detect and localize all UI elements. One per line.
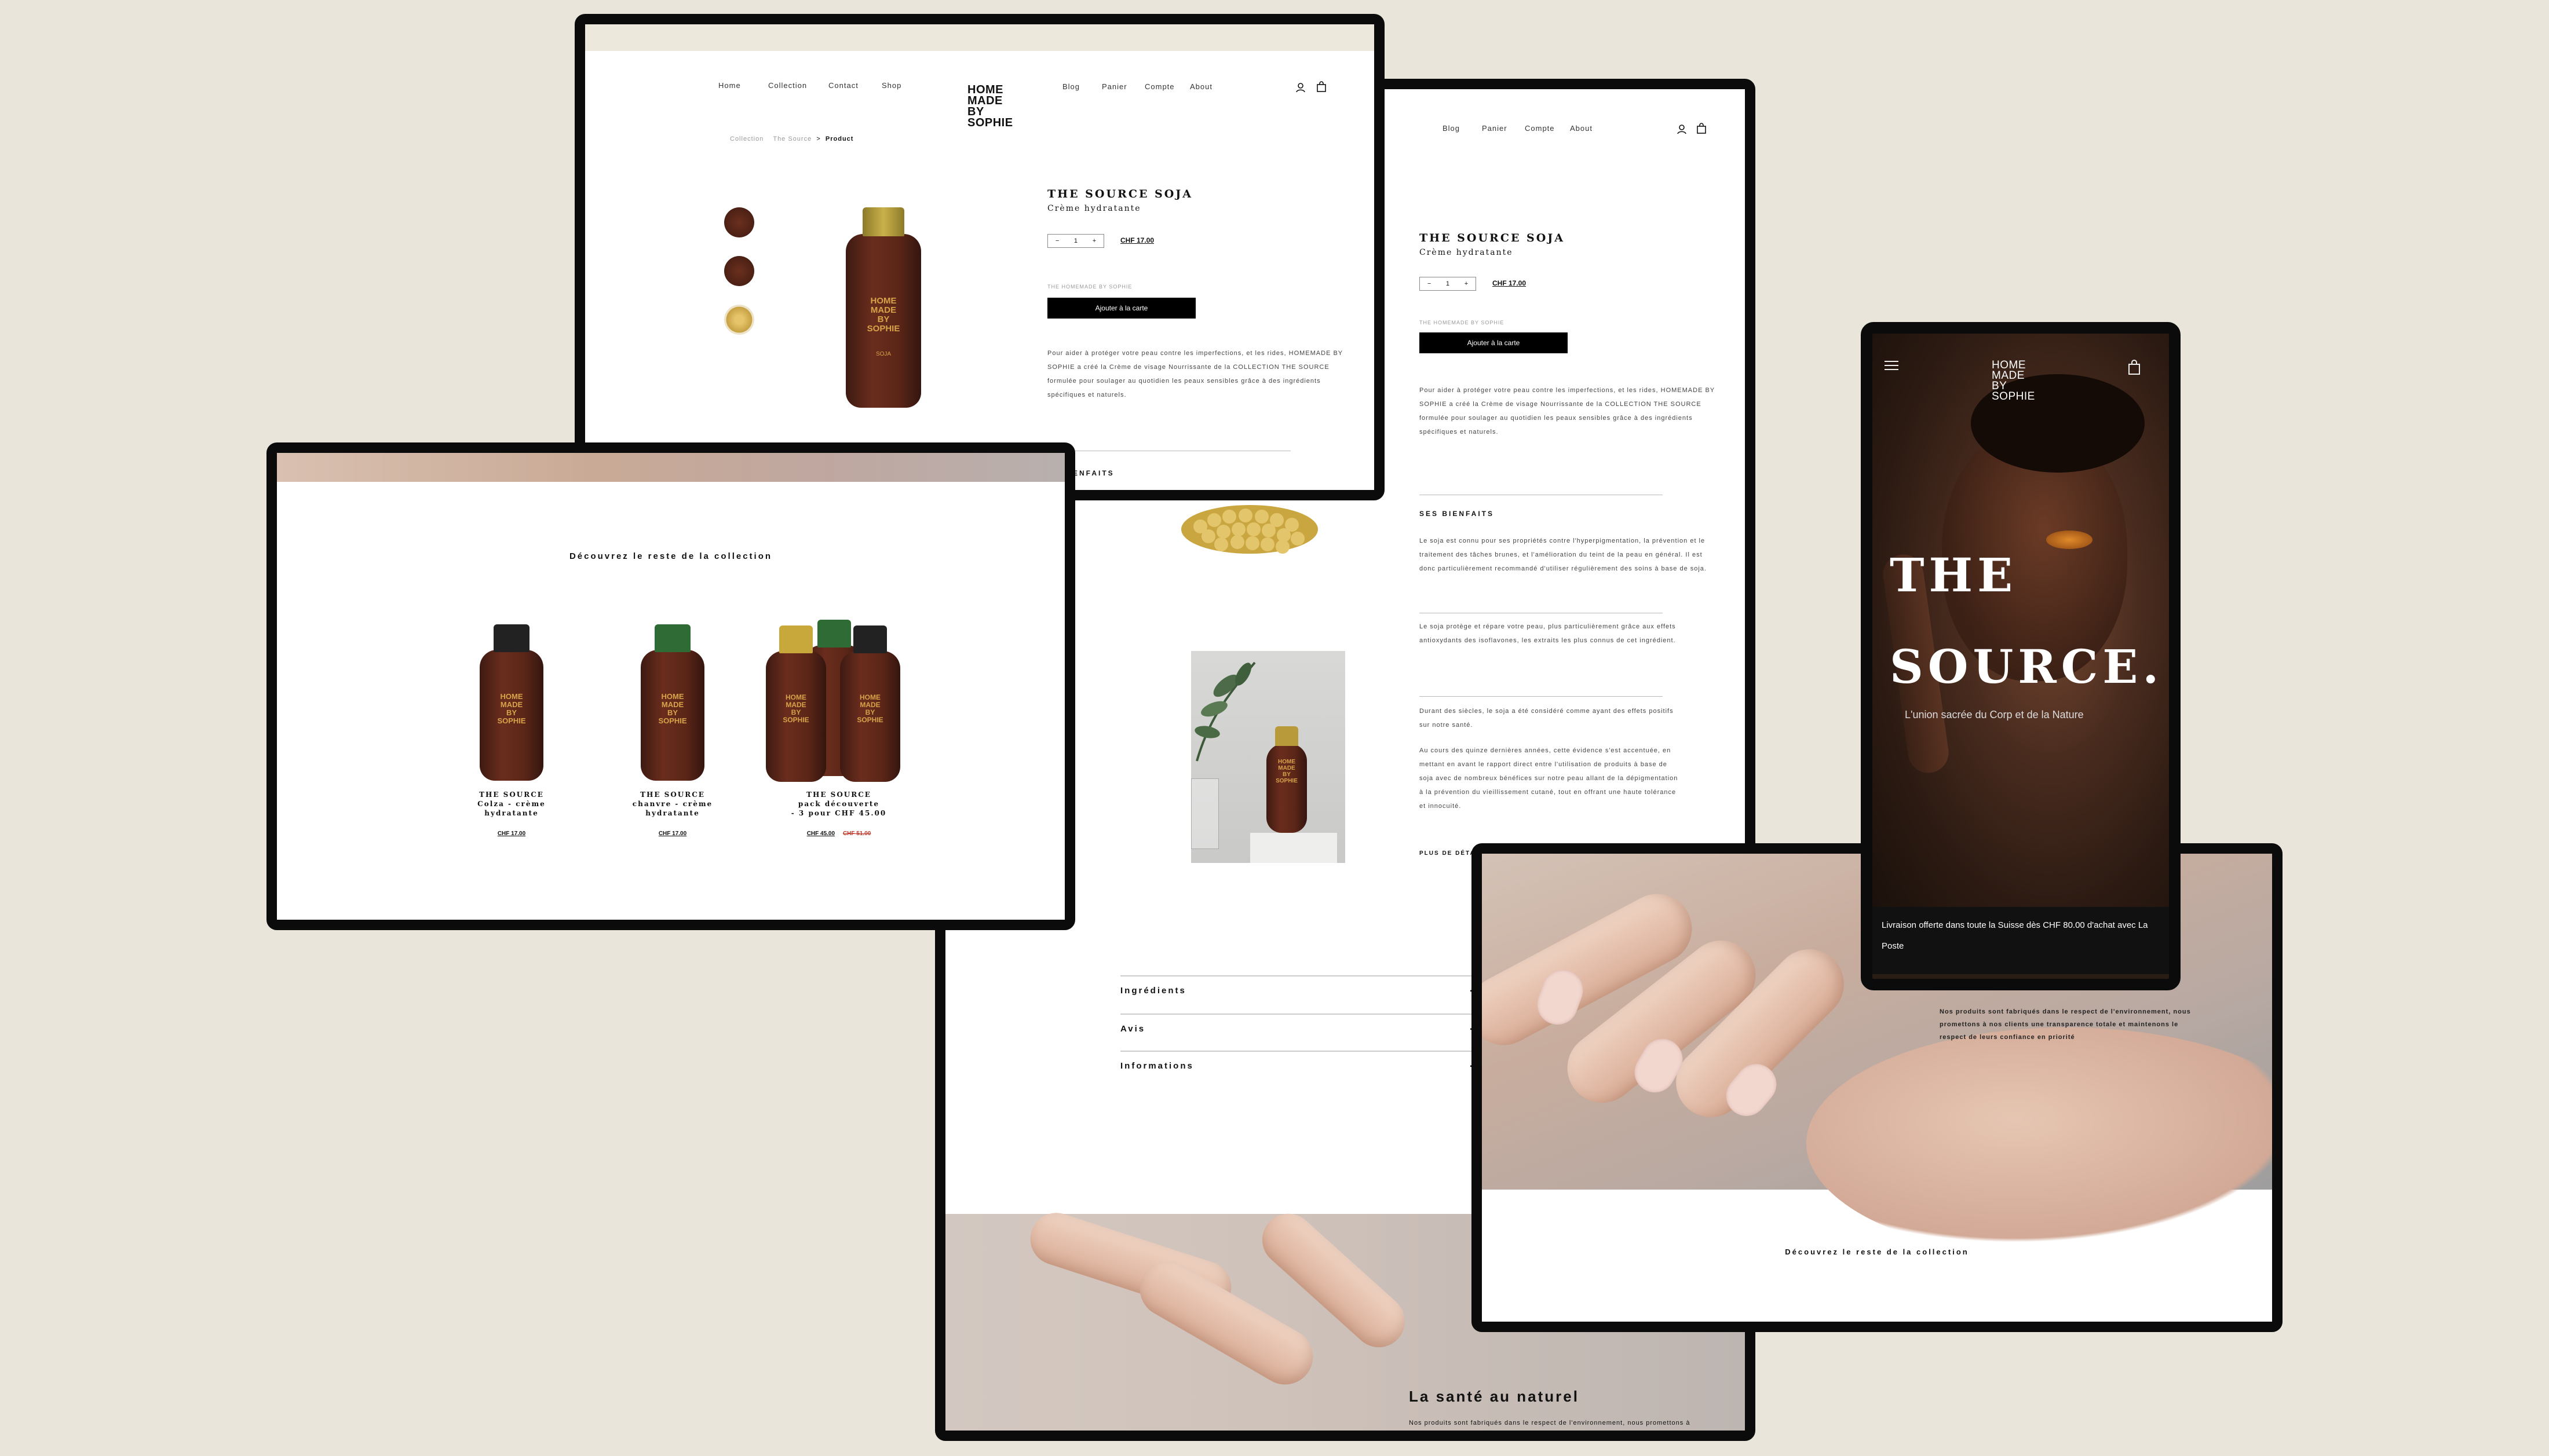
product-price-row: CHF 45.00 CHF 51.00 <box>758 831 920 837</box>
product-price: CHF 45.00 <box>806 831 835 837</box>
product-title: THE SOURCE SOJA <box>1419 232 1565 244</box>
quantity-stepper[interactable]: − 1 + <box>1419 277 1476 291</box>
paragraph-1: Le soja est connu pour ses propriétés co… <box>1419 537 1707 572</box>
account-icon[interactable] <box>1677 124 1687 134</box>
qty-plus[interactable]: + <box>1093 237 1096 244</box>
account-icon[interactable] <box>1295 82 1306 93</box>
product-bottle: HOME MADE BY SOPHIE <box>1266 726 1307 833</box>
cart-icon[interactable] <box>2127 359 2141 375</box>
product-subtitle: Crème hydratante <box>1047 204 1141 213</box>
product-description: Pour aider à protéger votre peau contre … <box>1419 387 1715 436</box>
product-card-colza[interactable]: HOME MADE BY SOPHIE THE SOURCE Colza - c… <box>445 621 578 853</box>
product-accordion: Ingrédients+ Avis+ Informations+ <box>1120 975 1480 1091</box>
breadcrumb-the-source[interactable]: The Source <box>773 136 812 142</box>
footer-text: Nos produits sont fabriqués dans le resp… <box>1409 1420 1690 1439</box>
nav-compte[interactable]: Compte <box>1145 82 1175 91</box>
hero-strip <box>277 453 1065 482</box>
qty-minus[interactable]: − <box>1427 280 1431 287</box>
product-old-price: CHF 51.00 <box>842 831 871 837</box>
nav-about[interactable]: About <box>1190 82 1213 91</box>
announcement-bar <box>585 24 1374 51</box>
nav-collection[interactable]: Collection <box>768 81 807 90</box>
hero-tagline: L'union sacrée du Corp et de la Nature <box>1905 709 2084 720</box>
hero-title-line2: SOURCE. <box>1890 639 2164 694</box>
product-subtitle: Crème hydratante <box>1419 248 1513 257</box>
add-to-cart-button[interactable]: Ajouter à la carte <box>1047 298 1196 319</box>
product-bottle: HOME MADE BY SOPHIE <box>641 624 704 781</box>
accordion-informations[interactable]: Informations+ <box>1120 1051 1480 1074</box>
breadcrumb-current: Product <box>825 136 854 142</box>
nav-panier[interactable]: Panier <box>1102 82 1127 91</box>
product-title: THE SOURCE SOJA <box>1047 188 1193 200</box>
product-bottle: HOME MADE BY SOPHIE <box>840 625 900 782</box>
soybeans-image <box>1177 495 1322 558</box>
breadcrumb: Collection The Source > Product <box>730 136 853 142</box>
collection-frame: Découvrez le reste de la collection HOME… <box>266 442 1075 930</box>
product-bottle: HOME MADE BY SOPHIE <box>766 625 826 782</box>
thumbnail-2[interactable] <box>724 256 754 286</box>
mobile-logo[interactable]: HOME MADE BY SOPHIE <box>1992 360 2035 402</box>
about-text: Nos produits sont fabriqués dans le resp… <box>1940 1008 2191 1041</box>
product-name: THE SOURCE chanvre - crème hydratante <box>632 791 713 817</box>
hamburger-menu-icon[interactable] <box>1884 360 1899 371</box>
qty-plus[interactable]: + <box>1465 280 1468 287</box>
hero-portrait-photo <box>1872 334 2169 919</box>
thumbnail-3[interactable] <box>724 305 754 335</box>
cart-icon[interactable] <box>1696 123 1707 134</box>
nav-blog[interactable]: Blog <box>1443 124 1460 133</box>
qty-value: 1 <box>1073 237 1078 244</box>
product-page-top-frame: Home Collection Contact Shop HOME MADE B… <box>575 14 1385 500</box>
nav-contact[interactable]: Contact <box>828 81 859 90</box>
brand-line: THE HOMEMADE BY SOPHIE <box>1047 284 1133 290</box>
hero-title-line1: THE <box>1890 548 2018 602</box>
footer-heading: La santé au naturel <box>1409 1388 1579 1405</box>
pedestal <box>1250 833 1337 863</box>
paragraph-4: Au cours des quinze dernières années, ce… <box>1419 747 1678 810</box>
product-price: CHF 17.00 <box>658 831 687 837</box>
product-card-pack[interactable]: HOME MADE BY SOPHIE HOME MADE BY SOPHIE … <box>758 620 920 853</box>
divider <box>1419 696 1663 697</box>
nav-shop[interactable]: Shop <box>882 81 901 90</box>
cart-icon[interactable] <box>1316 81 1327 93</box>
nav-home[interactable]: Home <box>718 81 741 90</box>
paragraph-2: Le soja protège et répare votre peau, pl… <box>1419 623 1676 644</box>
shipping-banner-text: Livraison offerte dans toute la Suisse d… <box>1882 920 2148 951</box>
nav-panier[interactable]: Panier <box>1482 124 1507 133</box>
thumbnail-1[interactable] <box>724 207 754 237</box>
nav-compte[interactable]: Compte <box>1525 124 1555 133</box>
accordion-avis[interactable]: Avis+ <box>1120 1014 1480 1037</box>
nav-about[interactable]: About <box>1570 124 1593 133</box>
mobile-frame: HOME MADE BY SOPHIE THE SOURCE. L'union … <box>1861 322 2181 990</box>
product-card-chanvre[interactable]: HOME MADE BY SOPHIE THE SOURCE chanvre -… <box>606 621 739 853</box>
product-bottle: HOME MADE BY SOPHIE <box>480 624 543 781</box>
glass-vase <box>1191 778 1219 849</box>
product-name: THE SOURCE Colza - crème hydratante <box>477 791 546 817</box>
accordion-ingredients[interactable]: Ingrédients+ <box>1120 975 1480 999</box>
site-logo[interactable]: HOME MADE BY SOPHIE <box>967 84 1013 129</box>
brand-line: THE HOMEMADE BY SOPHIE <box>1419 320 1504 325</box>
add-to-cart-button[interactable]: Ajouter à la carte <box>1419 332 1568 353</box>
breadcrumb-collection[interactable]: Collection <box>730 136 764 142</box>
product-name: THE SOURCE pack découverte - 3 pour CHF … <box>791 791 887 817</box>
product-description: Pour aider à protéger votre peau contre … <box>1047 350 1343 398</box>
qty-value: 1 <box>1445 280 1450 287</box>
product-price: CHF 17.00 <box>1492 279 1527 287</box>
breadcrumb-separator: > <box>816 136 821 142</box>
quantity-stepper[interactable]: − 1 + <box>1047 234 1104 248</box>
shipping-banner: Livraison offerte dans toute la Suisse d… <box>1872 907 2169 974</box>
product-price: CHF 17.00 <box>497 831 526 837</box>
product-lifestyle-photo: HOME MADE BY SOPHIE <box>1191 651 1345 863</box>
product-main-image: HOME MADE BY SOPHIE SOJA <box>846 207 921 408</box>
nav-blog[interactable]: Blog <box>1062 82 1080 91</box>
paragraph-3: Durant des siècles, le soja a été consid… <box>1419 708 1674 729</box>
collection-heading: Découvrez le reste de la collection <box>1785 1248 1969 1256</box>
section-title: SES BIENFAITS <box>1419 510 1495 518</box>
qty-minus[interactable]: − <box>1056 237 1059 244</box>
product-price: CHF 17.00 <box>1120 236 1155 244</box>
collection-heading: Découvrez le reste de la collection <box>569 551 773 561</box>
